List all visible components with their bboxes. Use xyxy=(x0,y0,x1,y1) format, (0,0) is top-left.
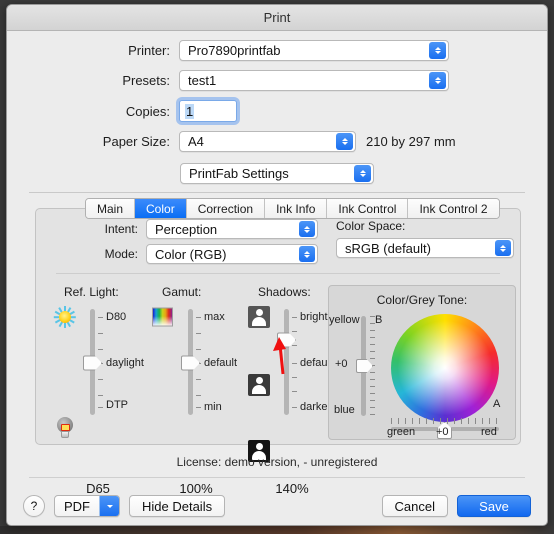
chevron-updown-icon[interactable] xyxy=(299,221,315,237)
color-grey-tone-panel: Color/Grey Tone: B yellow blue +0 A gree… xyxy=(328,285,516,440)
intent-label: Intent: xyxy=(104,222,138,236)
screen: Print Printer: Pro7890printfab Presets: … xyxy=(0,0,554,534)
b-value: +0 xyxy=(335,358,348,370)
printer-label: Printer: xyxy=(128,43,170,58)
slider-gamut: Gamut: max default min xyxy=(148,285,244,419)
copies-field-wrap: 1 xyxy=(179,100,237,122)
save-button[interactable]: Save xyxy=(457,495,531,517)
slider-group: Ref. Light: D80 daylight DTP D65 Gamut: … xyxy=(44,285,344,496)
settings-module-row: PrintFab Settings xyxy=(7,163,547,184)
section-divider xyxy=(29,192,525,193)
ref-light-thumb[interactable] xyxy=(83,355,102,371)
a-right-label: red xyxy=(481,426,497,438)
ref-light-mid-label: daylight xyxy=(106,357,144,369)
copies-value: 1 xyxy=(185,103,195,119)
help-button[interactable]: ? xyxy=(23,495,45,517)
b-top-label: yellow xyxy=(329,314,360,326)
panel-divider xyxy=(56,273,500,274)
dialog-footer: ? PDF Hide Details Cancel Save xyxy=(7,489,547,523)
presets-dropdown[interactable]: test1 xyxy=(179,70,449,91)
b-axis-label: B xyxy=(375,314,383,326)
gamut-top-label: max xyxy=(204,311,225,323)
gamut-title: Gamut: xyxy=(162,285,202,299)
gamut-bottom-label: min xyxy=(204,401,222,413)
dialog-body: Printer: Pro7890printfab Presets: test1 xyxy=(7,40,547,184)
ref-light-top-label: D80 xyxy=(106,311,127,323)
shadows-title: Shadows: xyxy=(258,285,311,299)
presets-label: Presets: xyxy=(122,73,170,88)
chevron-updown-icon[interactable] xyxy=(429,42,446,59)
mode-value: Color (RGB) xyxy=(155,246,227,262)
copies-label: Copies: xyxy=(125,103,170,119)
mode-label: Mode: xyxy=(104,247,138,261)
paper-size-row: Paper Size: A4 210 by 297 mm xyxy=(7,131,547,152)
dialog-titlebar: Print xyxy=(7,5,547,31)
paper-size-value: A4 xyxy=(188,134,204,149)
a-value: +0 xyxy=(436,426,449,438)
b-bottom-label: blue xyxy=(334,404,355,416)
cancel-button[interactable]: Cancel xyxy=(381,495,448,517)
printer-dropdown[interactable]: Pro7890printfab xyxy=(179,40,449,61)
copies-row: Copies: 1 xyxy=(7,100,547,122)
gamut-mid-label: default xyxy=(204,357,238,369)
desktop-backdrop-bottom xyxy=(0,526,554,534)
tab-main[interactable]: Main xyxy=(86,199,136,218)
gamut-thumb[interactable] xyxy=(181,355,200,371)
color-space-value: sRGB (default) xyxy=(345,240,431,256)
gamut-gradient-icon xyxy=(152,307,173,327)
footer-divider xyxy=(29,477,525,478)
printfab-tab-bar: Main Color Correction Ink Info Ink Contr… xyxy=(85,198,500,219)
chevron-updown-icon[interactable] xyxy=(429,72,446,89)
tab-color[interactable]: Color xyxy=(135,199,187,218)
printer-row: Printer: Pro7890printfab xyxy=(7,40,547,61)
printfab-settings-dropdown[interactable]: PrintFab Settings xyxy=(180,163,374,184)
chevron-updown-icon[interactable] xyxy=(495,240,511,256)
printfab-settings-value: PrintFab Settings xyxy=(189,166,289,181)
ref-light-bottom-label: DTP xyxy=(106,399,128,411)
paper-dimensions-note: 210 by 297 mm xyxy=(366,134,456,149)
copies-input[interactable]: 1 xyxy=(179,100,237,122)
color-wheel[interactable] xyxy=(391,314,499,422)
mode-dropdown[interactable]: Color (RGB) xyxy=(146,244,318,264)
print-dialog: Print Printer: Pro7890printfab Presets: … xyxy=(6,4,548,526)
printer-value: Pro7890printfab xyxy=(188,43,281,58)
pdf-button[interactable]: PDF xyxy=(54,495,120,517)
slider-ref-light: Ref. Light: D80 daylight DTP xyxy=(50,285,146,438)
a-axis-label: A xyxy=(493,398,501,410)
chevron-updown-icon[interactable] xyxy=(354,165,371,182)
tab-ink-control-2[interactable]: Ink Control 2 xyxy=(408,199,499,218)
lamp-icon xyxy=(54,416,76,438)
intent-dropdown[interactable]: Perception xyxy=(146,219,318,239)
tab-ink-control[interactable]: Ink Control xyxy=(327,199,409,218)
presets-row: Presets: test1 xyxy=(7,70,547,91)
presets-value: test1 xyxy=(188,73,217,88)
chevron-updown-icon[interactable] xyxy=(299,246,315,262)
person-bright-icon xyxy=(248,306,270,328)
red-arrow-annotation xyxy=(273,337,286,375)
chevron-updown-icon[interactable] xyxy=(336,133,353,150)
color-tab-panel: Intent: Perception Mode: Color (RGB) Col… xyxy=(35,208,521,496)
tab-correction[interactable]: Correction xyxy=(186,199,266,218)
color-space-dropdown[interactable]: sRGB (default) xyxy=(336,238,514,258)
tone-title: Color/Grey Tone: xyxy=(376,293,468,307)
pdf-label: PDF xyxy=(64,498,90,514)
license-text: License: demo version, - unregistered xyxy=(176,455,378,469)
hide-details-button[interactable]: Hide Details xyxy=(129,495,226,517)
paper-size-dropdown[interactable]: A4 xyxy=(179,131,356,152)
person-mid-icon xyxy=(248,374,270,396)
color-space-label: Color Space: xyxy=(336,219,406,233)
dialog-title: Print xyxy=(263,10,291,25)
a-left-label: green xyxy=(387,426,416,438)
sun-icon xyxy=(53,306,76,328)
shadows-bottom-label: darker xyxy=(300,401,332,413)
paper-size-label: Paper Size: xyxy=(102,134,170,149)
ref-light-title: Ref. Light: xyxy=(64,285,119,299)
intent-value: Perception xyxy=(155,221,218,237)
chevron-down-icon[interactable] xyxy=(99,496,119,516)
tab-ink-info[interactable]: Ink Info xyxy=(265,199,328,218)
